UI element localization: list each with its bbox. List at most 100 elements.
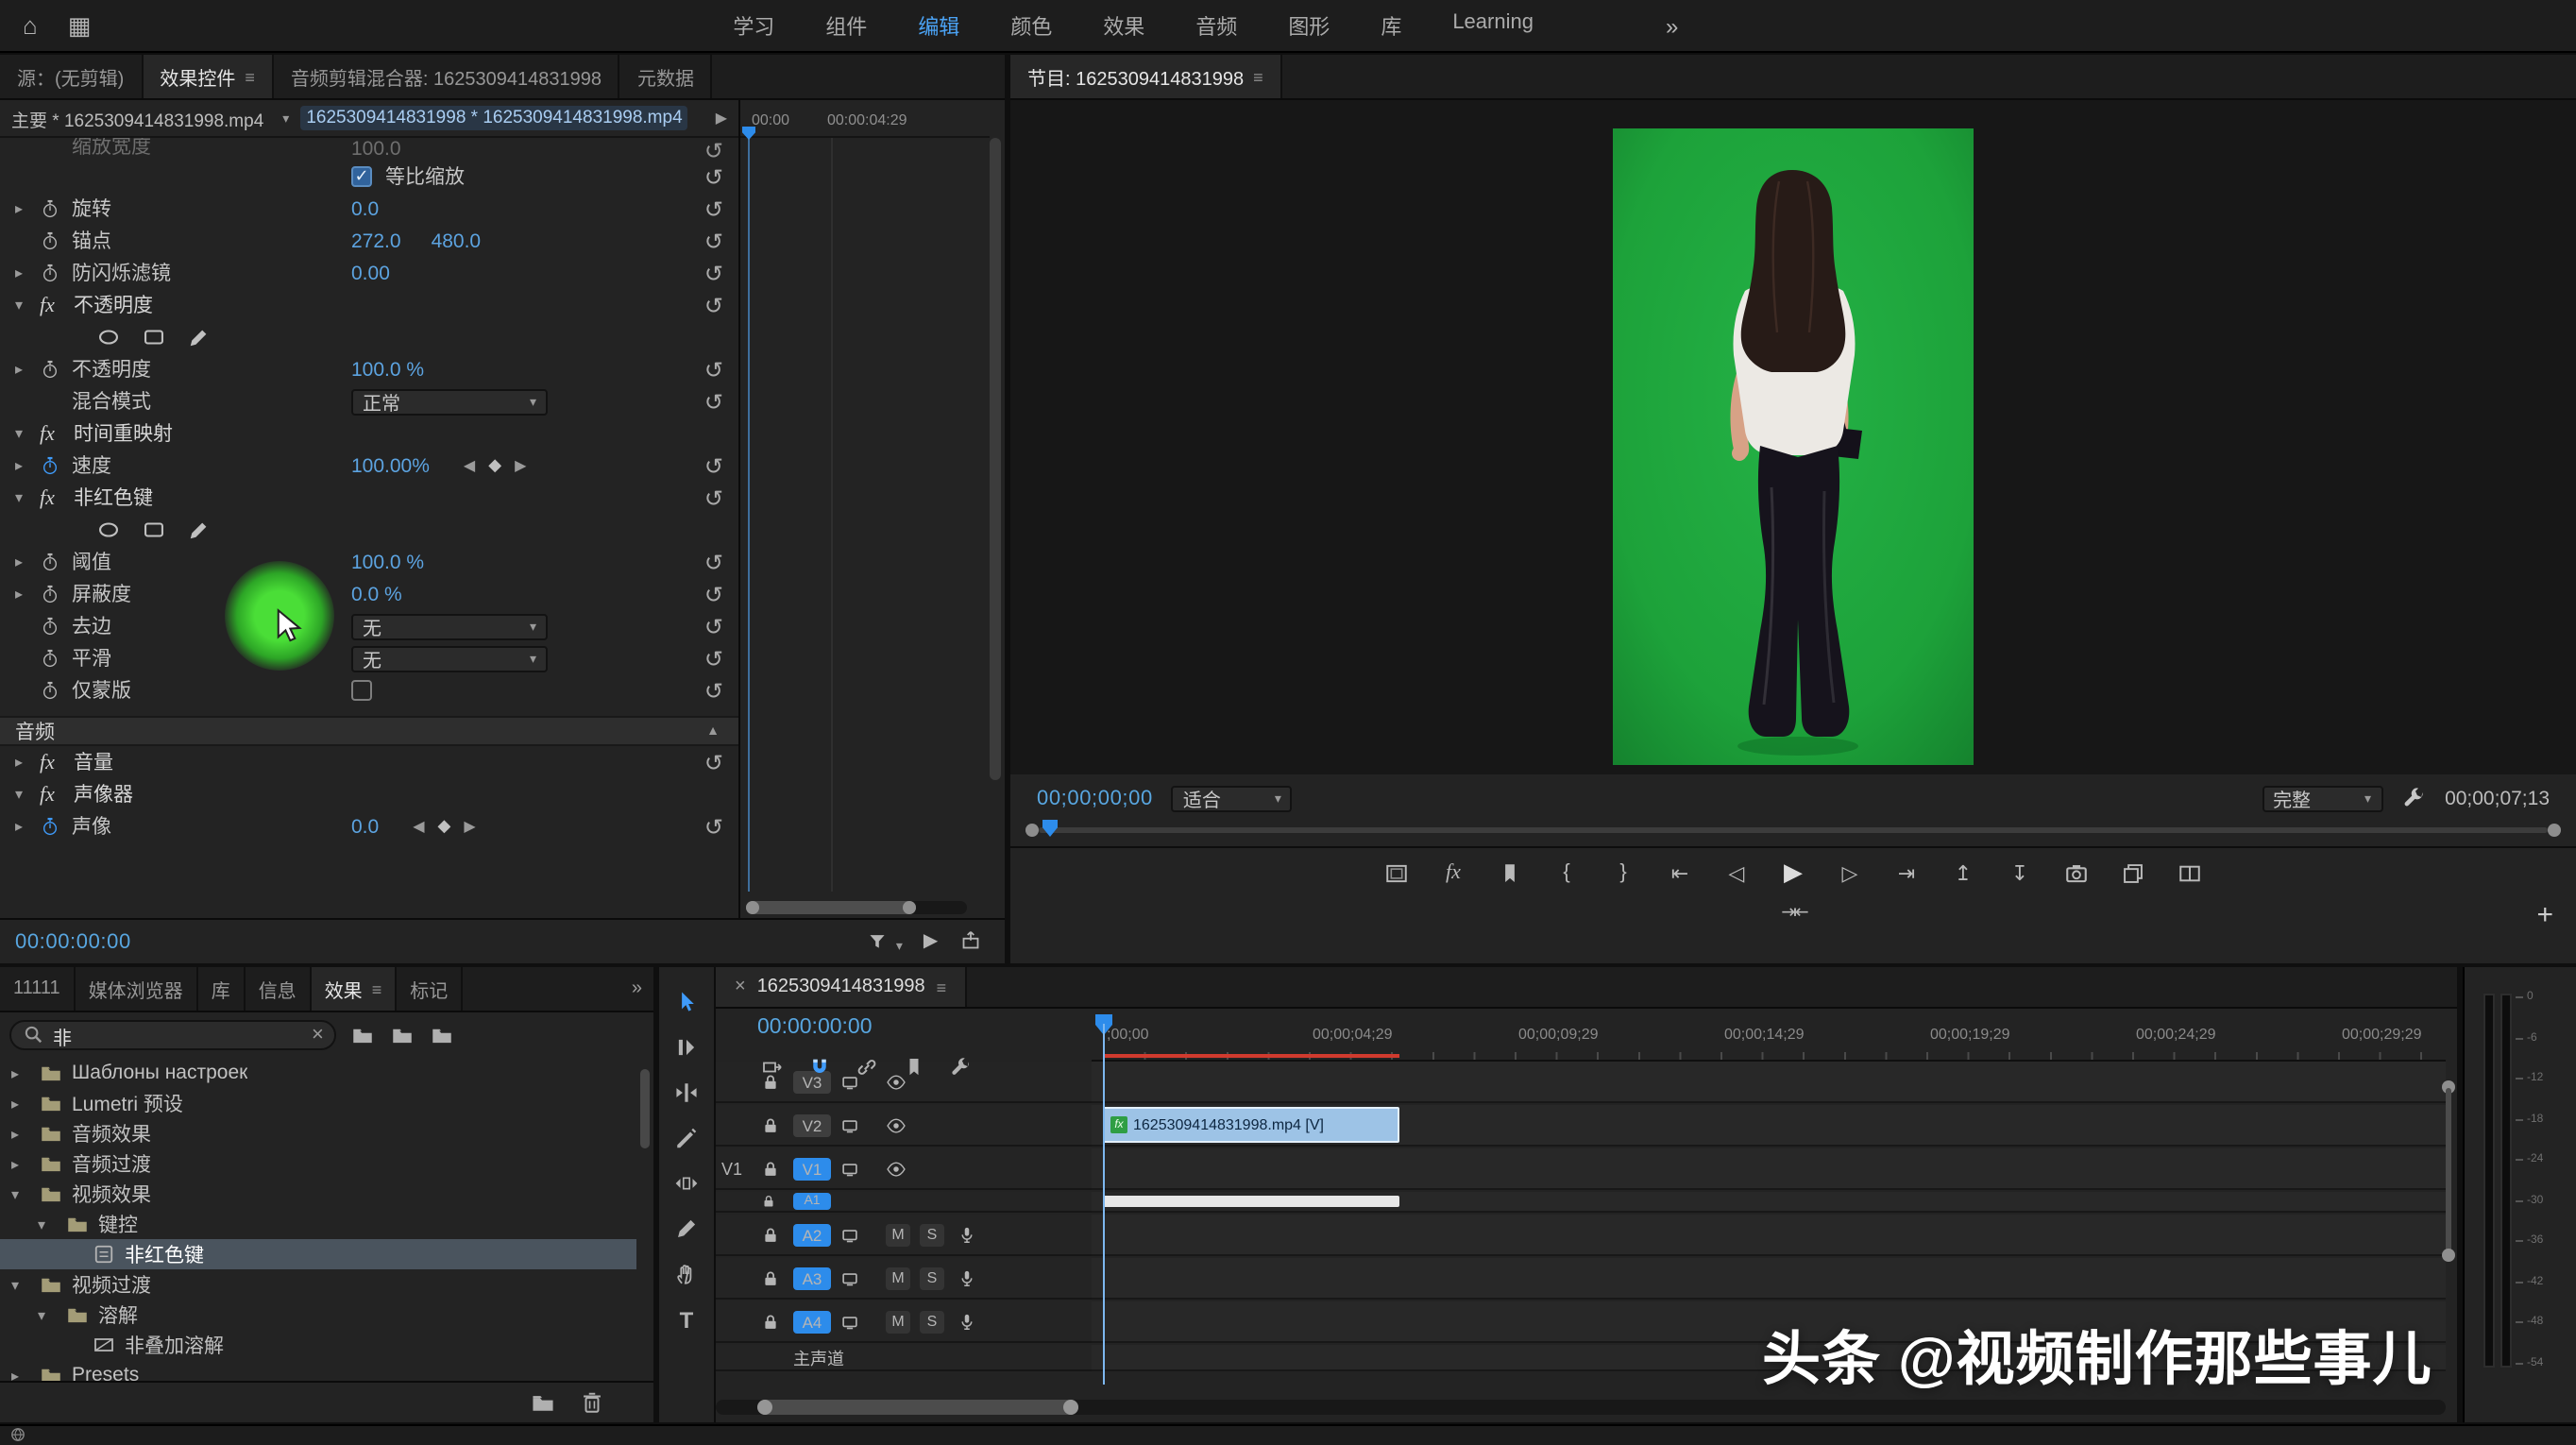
tree-item-键控[interactable]: ▾ 键控 (0, 1209, 636, 1239)
track-header-A1[interactable]: A1 (716, 1192, 1092, 1213)
type-tool-button[interactable]: T (671, 1305, 702, 1334)
effects-tree-scrollbar[interactable] (640, 1058, 650, 1377)
tree-item-Lumetri 预设[interactable]: ▸ Lumetri 预设 (0, 1088, 636, 1118)
track-lock-button[interactable] (761, 1312, 780, 1331)
reset-parameter-icon[interactable]: ↺ (704, 231, 723, 250)
ec-row-声像器[interactable]: ▾fx声像器 (0, 778, 738, 810)
fx-toggle-icon[interactable]: fx (40, 783, 74, 806)
fx-toggle-icon[interactable]: fx (40, 486, 74, 509)
button-editor-add-icon[interactable]: + (2536, 899, 2553, 931)
sync-lock-icon[interactable] (840, 1115, 859, 1134)
track-lock-button[interactable] (761, 1268, 780, 1287)
twirl-icon[interactable]: ▸ (15, 586, 40, 603)
home-icon[interactable]: ⌂ (23, 10, 38, 41)
twirl-icon[interactable]: ▸ (11, 1155, 30, 1172)
timeline-timecode[interactable]: 00:00:00:00 (757, 1016, 873, 1039)
slip-tool-button[interactable] (671, 1169, 702, 1198)
effect-controls-tab[interactable]: 效果控件≡ (143, 55, 274, 98)
mute-button[interactable]: M (886, 1223, 910, 1246)
workspace-tab-颜色[interactable]: 颜色 (1010, 10, 1052, 41)
scrubber-zoom-knob-left[interactable] (1025, 824, 1039, 837)
twirl-icon[interactable]: ▸ (15, 754, 40, 771)
delete-trash-icon[interactable] (580, 1386, 604, 1420)
track-header-V2[interactable]: V2 (716, 1105, 1092, 1147)
source-patch-label[interactable]: V1 (721, 1159, 742, 1178)
ec-row-非红色键[interactable]: ▾fx非红色键↺ (0, 482, 738, 514)
param-value[interactable]: 100.0 (351, 138, 401, 161)
workspace-tab-编辑[interactable]: 编辑 (918, 10, 959, 41)
param-value[interactable]: 100.0 % (351, 551, 424, 573)
rect-mask-button[interactable] (142, 325, 166, 349)
workspace-tab-效果[interactable]: 效果 (1103, 10, 1144, 41)
reset-parameter-icon[interactable]: ↺ (704, 199, 723, 218)
tree-item-Presets[interactable]: ▸ Presets (0, 1360, 636, 1381)
sync-lock-icon[interactable] (840, 1312, 859, 1331)
ec-row-混合模式[interactable]: 混合模式正常▾↺ (0, 385, 738, 417)
dropdown-混合模式[interactable]: 正常▾ (351, 388, 548, 415)
reset-parameter-icon[interactable]: ↺ (704, 360, 723, 379)
safe-margins-button[interactable] (1375, 856, 1418, 890)
new-smart-bin-button[interactable] (392, 1018, 415, 1052)
fx-badge-button[interactable]: fx (1432, 856, 1475, 890)
stopwatch-icon[interactable] (40, 816, 72, 837)
track-lane-A2[interactable] (1092, 1215, 2446, 1256)
track-select-forward-tool-button[interactable] (671, 1033, 702, 1062)
collapse-icon[interactable]: ▲ (706, 724, 720, 738)
voiceover-mic-icon[interactable] (958, 1225, 976, 1244)
track-lane-V3[interactable] (1092, 1062, 2446, 1103)
reset-parameter-icon[interactable]: ↺ (704, 753, 723, 772)
reset-parameter-icon[interactable]: ↺ (704, 617, 723, 636)
tree-item-溶解[interactable]: ▾ 溶解 (0, 1300, 636, 1330)
go-to-in-button[interactable]: ⇤ (1658, 856, 1702, 890)
stopwatch-icon[interactable] (40, 198, 72, 219)
audio-meters-panel[interactable]: 0 -6 -12 -18 -24 -30 -36 -42 -48 -54 (2463, 967, 2576, 1422)
fx-toggle-icon[interactable]: fx (40, 422, 74, 445)
sync-lock-icon[interactable] (840, 1159, 859, 1178)
search-input[interactable] (53, 1025, 302, 1046)
workspace-tab-库[interactable]: 库 (1381, 10, 1401, 41)
ripple-edit-tool-button[interactable] (671, 1079, 702, 1107)
program-playhead[interactable] (1042, 820, 1058, 837)
ec-row-不透明度[interactable]: ▾fx不透明度↺ (0, 289, 738, 321)
timeline-settings-button[interactable] (950, 1050, 973, 1084)
track-lock-button[interactable] (761, 1225, 780, 1244)
ec-vertical-scrollbar[interactable] (990, 138, 1001, 901)
track-lane-V2[interactable]: fx1625309414831998.mp4 [V] (1092, 1105, 2446, 1147)
stopwatch-icon[interactable] (40, 455, 72, 476)
twirl-icon[interactable]: ▸ (11, 1064, 30, 1081)
sequence-clip-name[interactable]: 1625309414831998 * 1625309414831998.mp4 (300, 106, 687, 130)
twirl-icon[interactable]: ▾ (15, 489, 40, 506)
param-value[interactable]: 100.00% (351, 454, 430, 477)
ec-row-仅蒙版[interactable]: 仅蒙版↺ (0, 674, 738, 706)
param-value[interactable]: 0.0 (351, 197, 379, 220)
ec-row-等比缩放[interactable]: ✓等比缩放↺ (0, 161, 738, 193)
step-forward-button[interactable]: ▷ (1828, 856, 1872, 890)
audio-clip[interactable] (1103, 1196, 1399, 1207)
project-tab[interactable]: 媒体浏览器 (76, 967, 198, 1011)
tree-item-Шаблоны настроек[interactable]: ▸ Шаблоны настроек (0, 1058, 636, 1088)
ec-mini-ruler[interactable]: 00:00 00:00:04:29 (740, 100, 990, 138)
voiceover-mic-icon[interactable] (958, 1268, 976, 1287)
track-lane-V1[interactable] (1092, 1148, 2446, 1190)
ec-row-去边[interactable]: 去边无▾↺ (0, 610, 738, 642)
param-value[interactable]: 0.00 (351, 262, 390, 284)
solo-button[interactable]: S (920, 1223, 944, 1246)
ec-row-旋转[interactable]: ▸旋转0.0↺ (0, 193, 738, 225)
mark-in-button[interactable]: { (1545, 856, 1588, 890)
hand-tool-button[interactable] (671, 1260, 702, 1288)
ec-row-平滑[interactable]: 平滑无▾↺ (0, 642, 738, 674)
reset-parameter-icon[interactable]: ↺ (704, 585, 723, 604)
tree-item-视频过渡[interactable]: ▾ 视频过渡 (0, 1269, 636, 1300)
new-custom-bin-button[interactable] (352, 1018, 375, 1052)
track-target-badge[interactable]: V2 (793, 1114, 831, 1136)
multi-camera-button[interactable] (2111, 856, 2155, 890)
reset-parameter-icon[interactable]: ↺ (704, 392, 723, 411)
scrollbar-handle[interactable] (2446, 1088, 2451, 1254)
ec-row-速度[interactable]: ▸速度100.00%◀◆▶↺ (0, 450, 738, 482)
twirl-icon[interactable]: ▸ (15, 264, 40, 281)
scrollbar-handle[interactable] (746, 901, 916, 914)
mark-out-button[interactable]: } (1602, 856, 1645, 890)
fx-toggle-icon[interactable]: fx (40, 751, 74, 774)
scrollbar-handle[interactable] (990, 138, 1001, 780)
reset-parameter-icon[interactable]: ↺ (704, 264, 723, 282)
